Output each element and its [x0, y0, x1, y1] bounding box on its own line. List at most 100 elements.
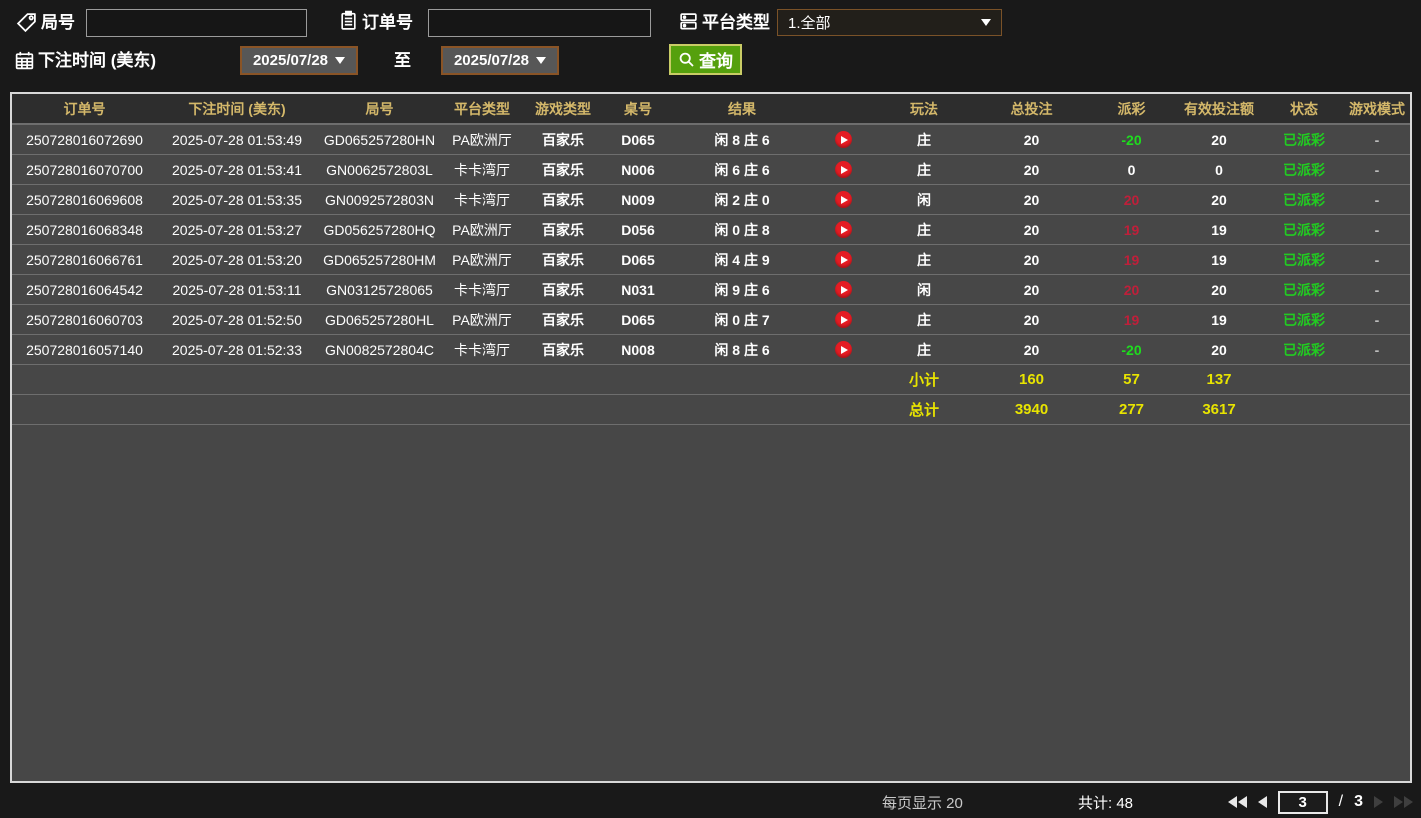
- platform-type-label: 平台类型: [702, 13, 770, 32]
- cell-total-bet: 20: [1023, 131, 1040, 148]
- col-table-no: 桌号: [624, 100, 652, 117]
- cell-payout: 20: [1123, 281, 1140, 298]
- cell-game-type: 百家乐: [542, 341, 584, 358]
- cell-game-no: GD065257280HL: [325, 311, 434, 328]
- col-status: 状态: [1290, 100, 1318, 117]
- cell-table-no: D065: [621, 311, 655, 328]
- clipboard-icon: [338, 10, 359, 31]
- cell-result: 闲 8 庄 6: [714, 341, 770, 358]
- cell-game-type: 百家乐: [542, 251, 584, 268]
- bet-time-label: 下注时间 (美东): [38, 51, 157, 70]
- play-video-icon[interactable]: [834, 251, 852, 268]
- cell-platform: PA欧洲厅: [452, 221, 512, 238]
- dropdown-arrow-icon: [536, 57, 547, 64]
- cell-play-type: 庄: [917, 161, 931, 178]
- game-no-input[interactable]: [86, 9, 307, 37]
- page-number-input[interactable]: [1277, 790, 1328, 814]
- platform-type-select[interactable]: 1.全部: [777, 9, 1002, 36]
- last-page-icon[interactable]: [1394, 796, 1413, 808]
- total-valid-bet: 3617: [1202, 401, 1236, 418]
- cell-payout: 19: [1123, 251, 1140, 268]
- order-no-input[interactable]: [428, 9, 651, 37]
- play-video-icon[interactable]: [834, 341, 852, 358]
- cell-game-mode: -: [1374, 221, 1380, 238]
- cell-game-mode: -: [1374, 311, 1380, 328]
- total-row: 总计 3940 277 3617: [12, 394, 1410, 424]
- cell-play-type: 庄: [917, 221, 931, 238]
- cell-status: 已派彩: [1283, 221, 1325, 238]
- cell-game-type: 百家乐: [542, 161, 584, 178]
- next-page-icon[interactable]: [1374, 796, 1383, 808]
- date-to-value: 2025/07/28: [453, 52, 530, 69]
- cell-bet-time: 2025-07-28 01:52:50: [172, 311, 302, 328]
- date-from-value: 2025/07/28: [252, 52, 329, 69]
- cell-video: [812, 251, 874, 268]
- cell-play-type: 庄: [917, 251, 931, 268]
- cell-order-no: 250728016072690: [26, 131, 143, 148]
- chevron-down-icon: [981, 19, 991, 26]
- cell-result: 闲 8 庄 6: [714, 131, 770, 148]
- table-row: 250728016068348 2025-07-28 01:53:27 GD05…: [12, 214, 1410, 244]
- cell-video: [812, 341, 874, 358]
- platform-type-value: 1.全部: [788, 15, 831, 32]
- cell-bet-time: 2025-07-28 01:53:20: [172, 251, 302, 268]
- cell-game-no: GN0082572804C: [325, 341, 434, 358]
- cell-table-no: N009: [621, 191, 655, 208]
- total-payout: 277: [1118, 401, 1145, 418]
- cell-valid-bet: 20: [1211, 131, 1227, 148]
- table-header-row: 订单号 下注时间 (美东) 局号 平台类型 游戏类型 桌号 结果 玩法 总投注 …: [12, 94, 1410, 124]
- cell-payout: 20: [1123, 191, 1140, 208]
- prev-page-icon[interactable]: [1257, 796, 1267, 808]
- per-page-label: 每页显示 20: [882, 795, 963, 812]
- table-empty-area: [12, 424, 1410, 781]
- col-platform: 平台类型: [454, 100, 510, 117]
- table-row: 250728016064542 2025-07-28 01:53:11 GN03…: [12, 274, 1410, 304]
- cell-platform: PA欧洲厅: [452, 131, 512, 148]
- cell-play-type: 闲: [917, 281, 931, 298]
- play-video-icon[interactable]: [834, 221, 852, 238]
- total-count-label: 共计: 48: [1078, 795, 1134, 812]
- date-from-picker[interactable]: 2025/07/28: [240, 46, 358, 75]
- play-video-icon[interactable]: [834, 281, 852, 298]
- cell-status: 已派彩: [1283, 251, 1325, 268]
- cell-total-bet: 20: [1023, 221, 1040, 238]
- table-row: 250728016072690 2025-07-28 01:53:49 GD06…: [12, 124, 1410, 154]
- cell-result: 闲 6 庄 6: [714, 161, 770, 178]
- date-to-separator: 至: [394, 51, 411, 70]
- play-video-icon[interactable]: [834, 131, 852, 148]
- play-video-icon[interactable]: [834, 161, 852, 178]
- cell-payout: -20: [1121, 341, 1142, 358]
- play-video-icon[interactable]: [834, 311, 852, 328]
- cell-video: [812, 221, 874, 238]
- cell-table-no: D056: [621, 221, 655, 238]
- subtotal-total-bet: 160: [1018, 371, 1045, 388]
- col-play-type: 玩法: [910, 100, 938, 117]
- cell-table-no: N008: [621, 341, 655, 358]
- cell-video: [812, 131, 874, 148]
- cell-game-no: GD065257280HN: [323, 131, 436, 148]
- cell-result: 闲 4 庄 9: [714, 251, 770, 268]
- col-result: 结果: [728, 100, 756, 117]
- cell-result: 闲 0 庄 8: [714, 221, 770, 238]
- cell-payout: 19: [1123, 311, 1140, 328]
- play-video-icon[interactable]: [834, 191, 852, 208]
- cell-game-no: GD056257280HQ: [323, 221, 436, 238]
- game-no-label: 局号: [41, 13, 75, 32]
- cell-platform: 卡卡湾厅: [454, 281, 510, 298]
- cell-game-type: 百家乐: [542, 311, 584, 328]
- cell-game-mode: -: [1374, 251, 1380, 268]
- cell-order-no: 250728016060703: [26, 311, 143, 328]
- cell-game-mode: -: [1374, 341, 1380, 358]
- cell-game-no: GN0092572803N: [325, 191, 434, 208]
- cell-game-mode: -: [1374, 191, 1380, 208]
- cell-valid-bet: 19: [1211, 221, 1227, 238]
- cell-game-type: 百家乐: [542, 191, 584, 208]
- cell-status: 已派彩: [1283, 131, 1325, 148]
- first-page-icon[interactable]: [1227, 796, 1247, 808]
- date-to-picker[interactable]: 2025/07/28: [441, 46, 559, 75]
- cell-status: 已派彩: [1283, 161, 1325, 178]
- query-button[interactable]: 查询: [669, 44, 742, 75]
- cell-order-no: 250728016069608: [26, 191, 143, 208]
- cell-platform: PA欧洲厅: [452, 251, 512, 268]
- cell-play-type: 庄: [917, 311, 931, 328]
